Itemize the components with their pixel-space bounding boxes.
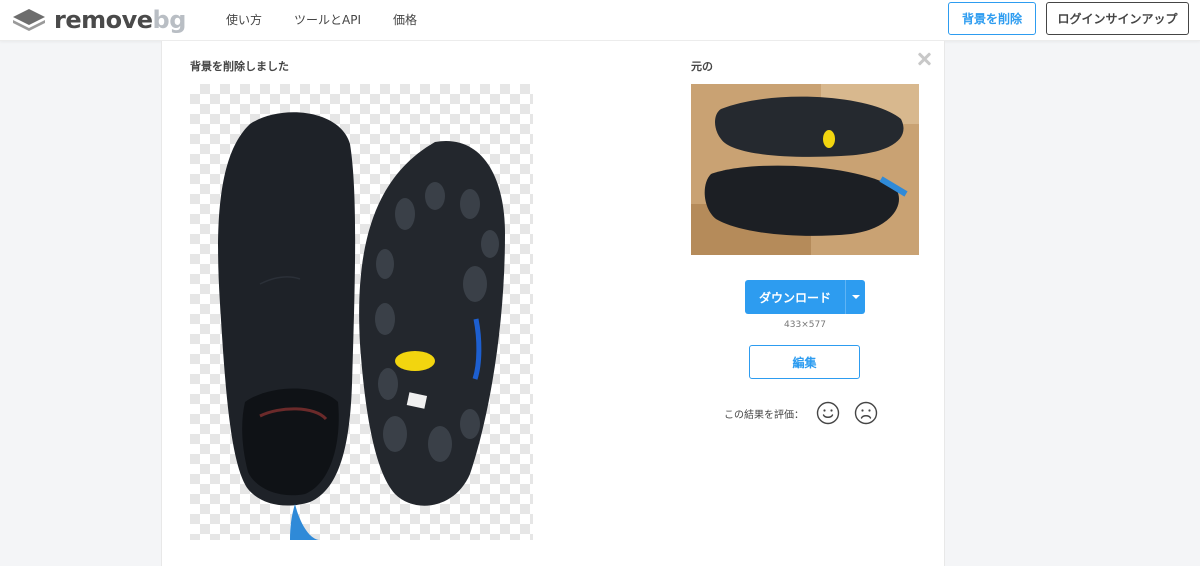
chevron-down-icon[interactable] <box>845 280 865 314</box>
shoes-image <box>218 112 505 540</box>
original-label: 元の <box>691 60 713 73</box>
result-image <box>190 84 533 540</box>
top-header: removebg 使い方 ツールとAPI 価格 背景を削除 ログインサインアップ <box>0 0 1200 41</box>
result-panel: 背景を削除しました 元の ダウンロード 433×577 編集 この結果を評価： <box>161 41 945 566</box>
original-image <box>691 84 919 255</box>
nav-pricing[interactable]: 価格 <box>393 12 417 28</box>
download-button[interactable]: ダウンロード <box>745 280 845 314</box>
logo-accent-text: bg <box>152 6 187 34</box>
nav-tools-api[interactable]: ツールとAPI <box>294 12 361 28</box>
edit-button[interactable]: 編集 <box>749 345 860 379</box>
smiley-face-icon[interactable] <box>816 401 840 425</box>
image-dimensions: 433×577 <box>784 320 826 330</box>
frowning-face-icon[interactable] <box>854 401 878 425</box>
logo-main-text: remove <box>54 6 153 34</box>
nav-how-to-use[interactable]: 使い方 <box>226 12 262 28</box>
original-photo <box>691 84 919 255</box>
close-icon[interactable] <box>916 51 932 67</box>
login-signup-button[interactable]: ログインサインアップ <box>1046 2 1189 35</box>
remove-background-button[interactable]: 背景を削除 <box>948 2 1036 35</box>
removed-label: 背景を削除しました <box>190 60 289 73</box>
logo-text: removebg <box>54 7 186 33</box>
remove-bg-logo-icon <box>13 9 45 31</box>
rating-row: この結果を評価： <box>724 401 892 425</box>
rating-label: この結果を評価： <box>724 409 804 421</box>
download-group: ダウンロード <box>745 280 865 314</box>
logo[interactable]: removebg <box>12 7 186 33</box>
main-nav: 使い方 ツールとAPI 価格 <box>226 12 449 28</box>
